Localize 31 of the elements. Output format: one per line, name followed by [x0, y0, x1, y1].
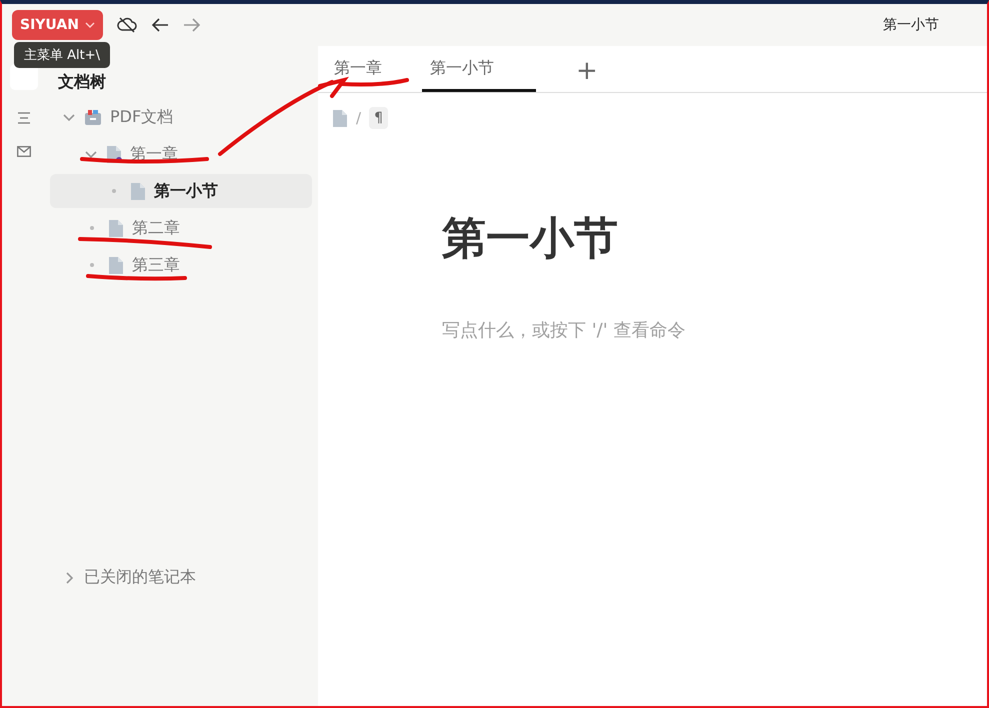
- mail-icon[interactable]: [17, 146, 31, 157]
- caret-icon: [84, 20, 95, 30]
- bullet-icon: [90, 226, 94, 230]
- forward-arrow-icon[interactable]: [182, 17, 201, 33]
- document-icon: [108, 218, 124, 238]
- panel-title: 文档树: [58, 72, 107, 93]
- notebook-icon: [84, 108, 102, 126]
- tree-item[interactable]: 第二章: [50, 211, 312, 245]
- cloud-off-icon[interactable]: [116, 17, 137, 33]
- tab[interactable]: 第一小节: [422, 58, 536, 92]
- breadcrumb-separator: /: [356, 109, 362, 127]
- tree-item[interactable]: 第三章: [50, 248, 312, 282]
- outline-icon[interactable]: [17, 112, 31, 124]
- document-icon: [332, 108, 348, 128]
- tooltip: 主菜单 Alt+\: [14, 42, 110, 68]
- document-icon: [108, 256, 124, 274]
- window-title: 第一小节: [883, 16, 939, 34]
- add-tab-button[interactable]: +: [576, 56, 598, 92]
- tree-item[interactable]: 第一小节: [50, 174, 312, 208]
- block-button[interactable]: ¶: [369, 107, 388, 129]
- document-title: 第一小节: [442, 212, 619, 266]
- tab[interactable]: 第一章: [326, 58, 416, 92]
- annotation-underline: [340, 78, 409, 86]
- document-icon: [130, 182, 146, 200]
- back-arrow-icon[interactable]: [150, 17, 169, 33]
- bullet-icon: [112, 189, 116, 193]
- text-input[interactable]: 写点什么，或按下 '/' 查看命令: [442, 316, 772, 344]
- main-menu-button[interactable]: SIYUAN: [12, 10, 103, 40]
- bullet-icon: [90, 263, 94, 267]
- tree-item[interactable]: PDF文档: [50, 100, 312, 134]
- closed-notebooks-toggle[interactable]: 已关闭的笔记本: [46, 567, 318, 588]
